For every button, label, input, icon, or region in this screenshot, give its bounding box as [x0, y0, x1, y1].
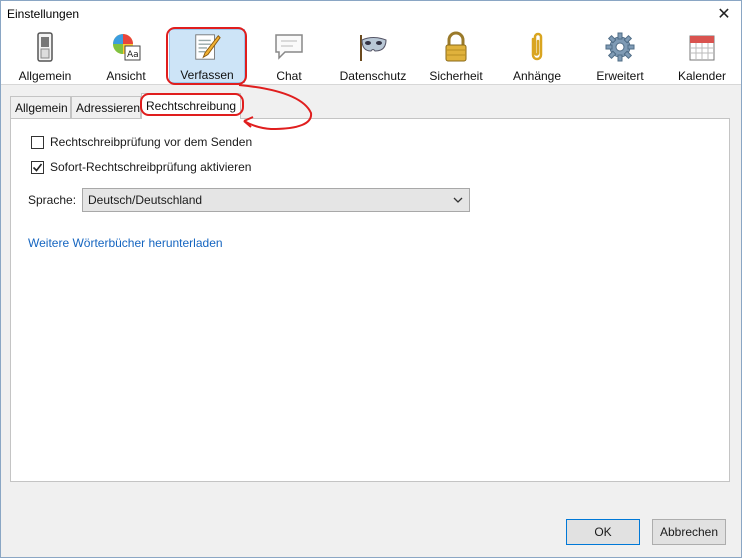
gear-icon — [605, 32, 635, 62]
toolbar-item-ansicht[interactable]: Aa Ansicht — [93, 29, 159, 83]
toolbar-label: Kalender — [677, 69, 727, 83]
check-as-you-type-option[interactable]: Sofort-Rechtschreibprüfung aktivieren — [31, 160, 251, 174]
toolbar-label: Datenschutz — [339, 69, 407, 83]
window-title: Einstellungen — [7, 7, 80, 21]
category-toolbar: Allgemein Aa Ansicht Verfassen Chat Date… — [1, 27, 741, 85]
toolbar-item-erweitert[interactable]: Erweitert — [589, 29, 651, 83]
toolbar-label: Anhänge — [512, 69, 562, 83]
palette-icon: Aa — [113, 34, 141, 61]
language-label: Sprache: — [28, 193, 77, 207]
mask-icon — [360, 35, 387, 61]
settings-window: Einstellungen ✕ Allgemein Aa Ansicht Ver… — [0, 0, 742, 558]
ok-button[interactable]: OK — [566, 519, 640, 545]
title-bar: Einstellungen ✕ — [1, 1, 741, 27]
language-row: Sprache: Deutsch/Deutschland — [28, 188, 470, 212]
toolbar-label: Chat — [276, 69, 302, 83]
toolbar-label: Verfassen — [180, 68, 234, 82]
tab-rechtschreibung[interactable]: Rechtschreibung — [141, 93, 241, 119]
toolbar-item-allgemein[interactable]: Allgemein — [7, 29, 83, 83]
toolbar-item-datenschutz[interactable]: Datenschutz — [335, 29, 411, 83]
toolbar-item-verfassen[interactable]: Verfassen — [169, 29, 245, 83]
toolbar-label: Allgemein — [18, 69, 72, 83]
paperclip-icon — [531, 32, 543, 61]
chevron-down-icon — [453, 197, 463, 203]
chat-bubble-icon — [275, 34, 303, 60]
toolbar-item-kalender[interactable]: Kalender — [671, 29, 733, 83]
spelling-panel: Rechtschreibprüfung vor dem Senden Sofor… — [10, 118, 730, 482]
check-before-send-checkbox[interactable] — [31, 135, 44, 149]
toolbar-item-sicherheit[interactable]: Sicherheit — [424, 29, 488, 83]
padlock-icon — [445, 31, 467, 62]
language-select[interactable]: Deutsch/Deutschland — [82, 188, 470, 212]
close-button[interactable]: ✕ — [713, 4, 735, 24]
switch-icon — [37, 32, 53, 62]
cancel-button[interactable]: Abbrechen — [652, 519, 726, 545]
toolbar-label: Erweitert — [596, 69, 644, 83]
toolbar-label: Ansicht — [106, 69, 146, 83]
download-dictionaries-link[interactable]: Weitere Wörterbücher herunterladen — [28, 236, 223, 250]
check-before-send-option[interactable]: Rechtschreibprüfung vor dem Senden — [31, 135, 252, 149]
compose-icon — [195, 34, 221, 60]
tab-adressieren[interactable]: Adressieren — [71, 96, 141, 118]
check-as-you-type-label: Sofort-Rechtschreibprüfung aktivieren — [50, 160, 252, 174]
check-as-you-type-checkbox[interactable] — [31, 160, 44, 174]
check-before-send-label: Rechtschreibprüfung vor dem Senden — [50, 135, 253, 149]
language-selected-value: Deutsch/Deutschland — [88, 193, 203, 207]
tab-allgemein[interactable]: Allgemein — [10, 96, 71, 118]
toolbar-item-chat[interactable]: Chat — [263, 29, 315, 83]
svg-text:Aa: Aa — [127, 50, 139, 60]
checkmark-icon — [32, 163, 43, 172]
calendar-icon — [689, 35, 715, 61]
toolbar-item-anhaenge[interactable]: Anhänge — [505, 29, 569, 83]
toolbar-label: Sicherheit — [429, 69, 483, 83]
